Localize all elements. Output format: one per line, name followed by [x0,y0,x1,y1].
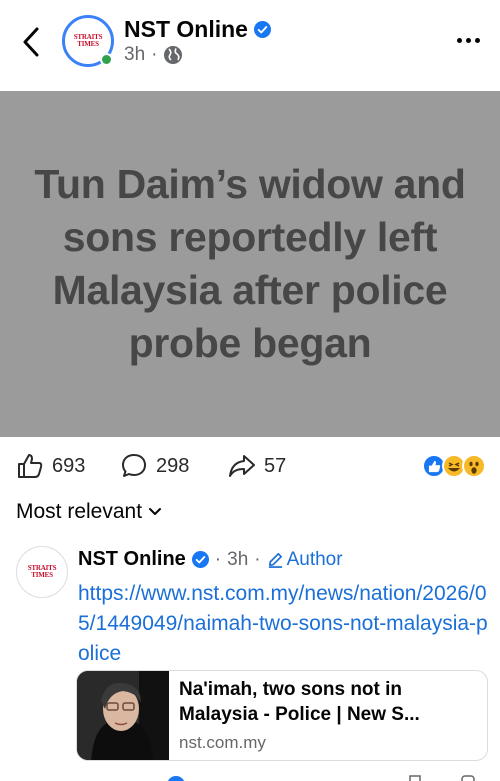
comment-header: NST Online · 3h · Author [78,548,343,571]
meta-separator: · [151,44,158,65]
link-preview-domain: nst.com.my [179,733,266,752]
comment-author[interactable]: NST Online [78,548,186,571]
share-button[interactable]: 57 [228,446,286,486]
comment-actions-partial [0,770,500,781]
like-button[interactable]: 693 [16,446,85,486]
author-badge: Author [267,549,343,571]
comment-sort-dropdown[interactable]: Most relevant [16,500,162,524]
share-arrow-icon [229,455,255,477]
link-preview-title: Na'imah, two sons not in Malaysia - Poli… [179,679,420,725]
link-preview-card[interactable]: Na'imah, two sons not in Malaysia - Poli… [76,670,488,761]
globe-icon [164,46,183,64]
sort-label: Most relevant [16,500,143,523]
comment-button[interactable]: 298 [120,446,189,486]
verified-badge-icon [191,551,209,568]
more-options-button[interactable] [452,26,484,54]
author-badge-label: Author [286,548,343,570]
back-button[interactable] [14,22,48,62]
page-avatar[interactable]: STRAITS TIMES [62,15,114,67]
post-headline: Tun Daim’s widow and sons reportedly lef… [34,161,466,366]
online-status-dot [100,53,113,66]
reaction-summary[interactable] [422,454,488,480]
dot-icon [474,37,480,43]
page-name[interactable]: NST Online [124,14,248,44]
thumbs-up-icon [18,454,43,478]
link-preview-thumbnail [77,671,169,760]
comment-count: 298 [156,454,190,477]
meta-separator: · [214,548,222,570]
dot-icon [456,37,462,43]
post-header: STRAITS TIMES NST Online 3h · [0,0,500,86]
comment-link[interactable]: https://www.nst.com.my/news/nation/2026/… [78,579,493,669]
meta-separator: · [254,548,261,570]
avatar-logo-text: STRAITS TIMES [27,564,57,579]
share-count: 57 [264,454,287,477]
page-name-row[interactable]: NST Online [124,14,271,44]
avatar-logo-text: STRAITS TIMES [73,33,103,48]
comment-bubble-icon [122,454,146,477]
verified-badge-icon [253,20,271,38]
chevron-left-icon [23,27,39,57]
like-count: 693 [52,454,86,477]
post-image[interactable]: Tun Daim’s widow and sons reportedly lef… [0,91,500,437]
pencil-icon [268,552,282,568]
wow-reaction-icon [462,454,486,478]
post-actions-bar: 693 298 57 [0,446,500,488]
comment-timestamp: 3h [227,548,249,570]
post-timestamp[interactable]: 3h [124,44,145,66]
comment-avatar[interactable]: STRAITS TIMES [16,546,68,598]
dot-icon [465,37,471,43]
chevron-down-icon [149,508,162,515]
post-meta: 3h · [124,44,183,66]
